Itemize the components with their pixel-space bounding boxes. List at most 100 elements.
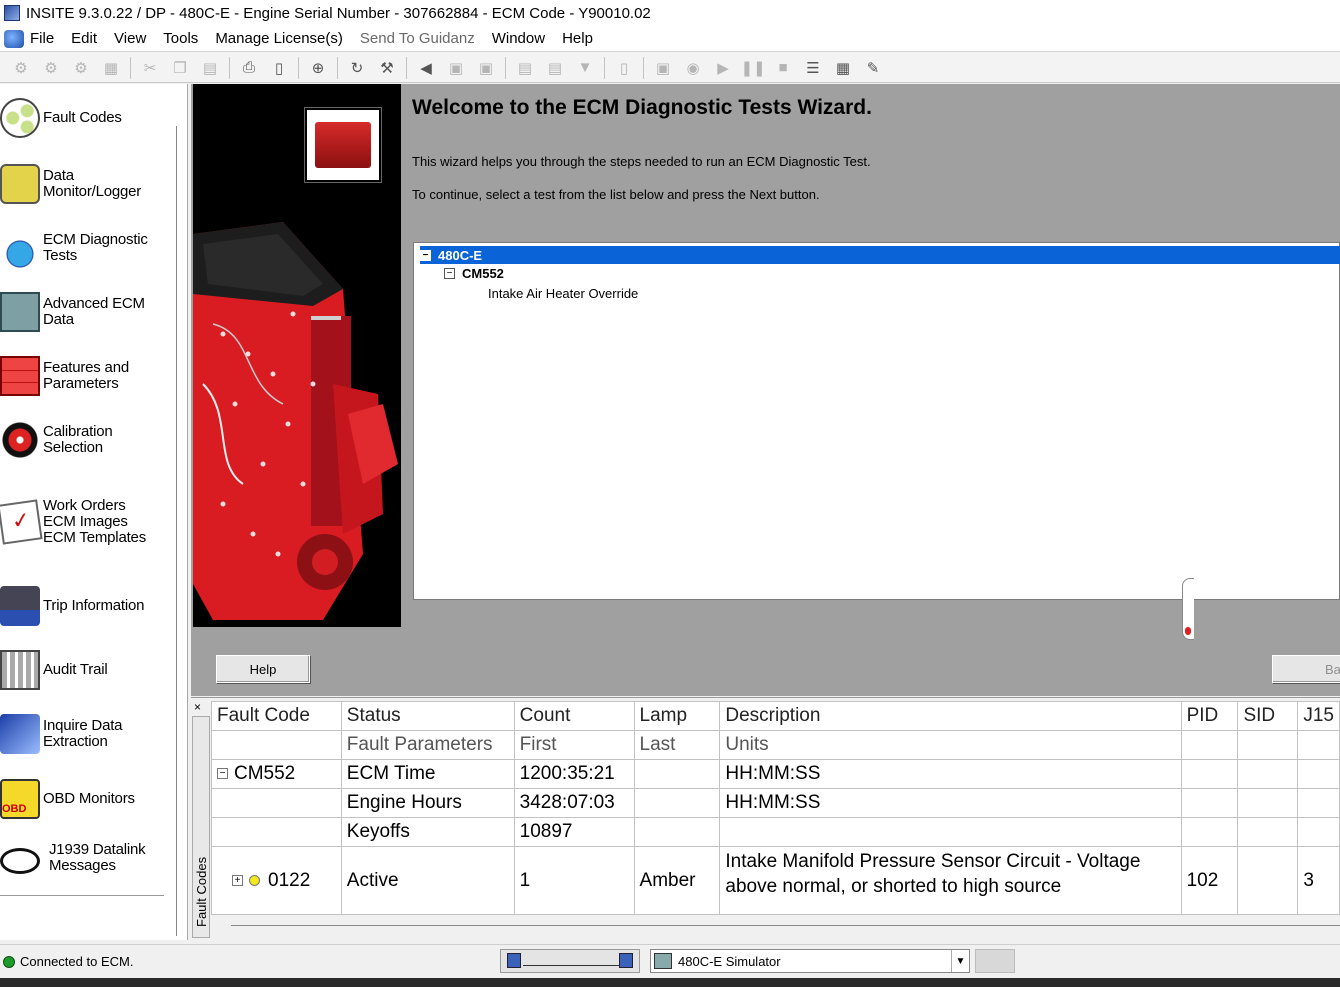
video-icon[interactable]: ▣ [652,57,674,79]
nav-item-calibration-selection[interactable]: Calibration Selection [0,420,176,460]
menu-help[interactable]: Help [562,30,593,47]
system-menu-icon[interactable] [4,29,24,48]
play-icon[interactable]: ▶ [712,57,734,79]
refresh-icon[interactable]: ↻ [346,57,368,79]
notes-icon[interactable]: ✎ [862,57,884,79]
desk-icon[interactable]: ▦ [100,57,122,79]
binoculars-icon[interactable]: ⊕ [307,57,329,79]
status-cell: ECM Time [340,759,515,789]
paste-icon[interactable]: ▤ [199,57,221,79]
menu-tools[interactable]: Tools [163,30,198,47]
tools-icon[interactable]: ⚒ [376,57,398,79]
nav-item-features-parameters[interactable]: Features and Parameters [0,356,176,396]
menu-send-to-guidanz[interactable]: Send To Guidanz [360,30,475,47]
nav-scrollbar[interactable] [176,126,177,936]
count-cell: 1200:35:21 [513,759,635,789]
subheader-cell: Fault Parameters [340,730,515,760]
camera-icon[interactable]: ▣ [475,57,497,79]
network-icon[interactable]: ⚙ [70,57,92,79]
connect-icon[interactable]: ⚙ [10,57,32,79]
collapse-toggle[interactable]: − [420,249,431,261]
column-header[interactable]: PID [1180,701,1239,731]
nav-item-inquire-data-extraction[interactable]: Inquire Data Extraction [0,714,176,754]
table-row[interactable]: Engine Hours 3428:07:03 HH:MM:SS [211,788,1340,818]
report-icon[interactable]: ▦ [832,57,854,79]
doc2-icon[interactable]: ▤ [544,57,566,79]
nav-item-data-monitor[interactable]: Data Monitor/Logger [0,164,176,204]
collapse-toggle[interactable]: − [444,268,455,279]
nav-label: Advanced ECM [43,295,145,312]
connection-status-icon [3,955,15,968]
horn-icon[interactable]: ◀ [415,57,437,79]
toolbar: ⚙ ⚙ ⚙ ▦ ✂ ❐ ▤ ⎙ ▯ ⊕ ↻ ⚒ ◀ ▣ ▣ ▤ ▤ ▼ ▯ ▣ … [0,53,1340,83]
wizard-instruction: To continue, select a test from the list… [412,187,820,202]
description-cell: HH:MM:SS [719,788,1182,818]
active-fault-indicator-icon [249,874,260,886]
nav-item-obd-monitors[interactable]: OBD Monitors [0,779,176,819]
column-header[interactable]: Count [513,701,635,731]
menu-manage-licenses[interactable]: Manage License(s) [215,30,343,47]
help-button[interactable]: Help [216,655,310,683]
nav-label: J1939 Datalink [49,841,146,858]
expand-toggle[interactable]: + [232,874,243,886]
nav-label: Inquire Data [43,717,123,734]
print-preview-icon[interactable]: ▯ [268,57,290,79]
nav-item-advanced-ecm-data[interactable]: Advanced ECM Data [0,292,176,332]
status-panel [975,949,1015,973]
table-row[interactable]: Keyoffs 10897 [211,817,1340,847]
play-circle-icon[interactable]: ◉ [682,57,704,79]
subheader-cell [1297,730,1340,760]
toolbar-separator [130,56,131,79]
menu-edit[interactable]: Edit [71,30,97,47]
back-button[interactable]: Ba [1272,655,1340,683]
menu-view[interactable]: View [114,30,146,47]
j15-cell [1297,759,1340,789]
fault-code: CM552 [234,763,296,784]
checklist-icon[interactable]: ☰ [802,57,824,79]
fault-codes-side-tab[interactable]: Fault Codes [192,716,210,938]
description-cell [719,817,1182,847]
disconnect-icon[interactable]: ⚙ [40,57,62,79]
sid-cell [1237,846,1299,915]
chevron-down-icon[interactable]: ▼ [951,950,969,972]
nav-item-trip-information[interactable]: Trip Information [0,586,176,626]
tree-node-engine[interactable]: − 480C-E [420,246,1340,264]
nav-item-audit-trail[interactable]: Audit Trail [0,650,176,690]
app-icon [4,5,20,21]
menu-file[interactable]: File [30,30,54,47]
column-header[interactable]: SID [1237,701,1299,731]
tree-node-module[interactable]: − CM552 [444,266,504,281]
stop-icon[interactable]: ■ [772,57,794,79]
table-row[interactable]: − CM552 ECM Time 1200:35:21 HH:MM:SS [211,759,1340,789]
stack-icon[interactable]: ▣ [445,57,467,79]
collapse-toggle[interactable]: − [217,768,228,780]
column-header[interactable]: J15 [1297,701,1340,731]
count-cell: 1 [513,846,635,915]
tree-node-test[interactable]: Intake Air Heater Override [488,286,638,301]
menu-window[interactable]: Window [492,30,545,47]
close-icon[interactable]: × [194,700,201,714]
copy-icon[interactable]: ❐ [169,57,191,79]
nav-item-fault-codes[interactable]: Fault Codes [0,98,176,138]
cut-icon[interactable]: ✂ [139,57,161,79]
filter-icon[interactable]: ▼ [574,57,596,79]
fault-code: 0122 [268,869,311,891]
column-header[interactable]: Lamp [633,701,721,731]
subheader-cell: Last [633,730,721,760]
page-icon[interactable]: ▯ [613,57,635,79]
nav-item-j1939-datalink[interactable]: J1939 Datalink Messages [0,842,176,874]
column-header[interactable]: Description [719,701,1182,731]
print-icon[interactable]: ⎙ [238,57,260,79]
column-header[interactable]: Fault Code [211,701,342,731]
doc-icon[interactable]: ▤ [514,57,536,79]
nav-item-work-orders[interactable]: Work OrdersECM ImagesECM Templates [0,498,176,546]
nav-label: Data [43,167,74,184]
column-header[interactable]: Status [340,701,515,731]
horizontal-scrollbar[interactable] [231,925,1340,926]
status-bar: Connected to ECM. 480C-E Simulator ▼ [0,944,1340,978]
ecm-simulator-select[interactable]: 480C-E Simulator ▼ [650,949,970,973]
pause-icon[interactable]: ❚❚ [740,57,765,79]
table-row[interactable]: +0122 Active 1 Amber Intake Manifold Pre… [211,846,1340,915]
left-navigation: Fault Codes Data Monitor/Logger ECM Diagn… [0,84,188,940]
nav-item-ecm-diagnostic-tests[interactable]: ECM Diagnostic Tests [0,228,176,268]
